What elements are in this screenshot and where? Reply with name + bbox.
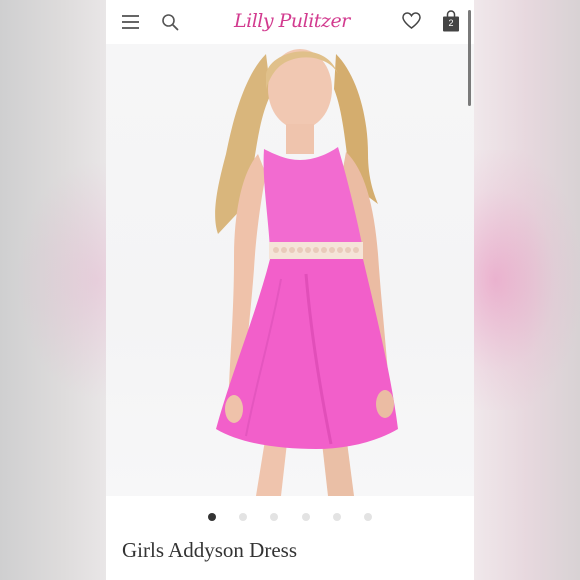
- menu-icon[interactable]: [122, 13, 140, 29]
- brand-logo[interactable]: Lilly Pulitzer: [234, 6, 350, 36]
- product-photo-girl-in-pink-dress: [215, 49, 398, 496]
- app-screen: Lilly Pulitzer 2 Girls Addyson Dress: [106, 0, 474, 580]
- blurred-backdrop-right: [474, 0, 580, 580]
- heart-icon[interactable]: [402, 12, 421, 30]
- carousel-dot[interactable]: [333, 513, 341, 521]
- top-header: Lilly Pulitzer 2: [106, 0, 474, 44]
- image-carousel-dots: [106, 510, 474, 524]
- product-title: Girls Addyson Dress: [122, 538, 298, 562]
- blurred-backdrop-left: [0, 0, 106, 580]
- carousel-dot[interactable]: [364, 513, 372, 521]
- scrollbar[interactable]: [468, 10, 471, 106]
- carousel-dot[interactable]: [208, 513, 216, 521]
- carousel-dot[interactable]: [302, 513, 310, 521]
- carousel-dot[interactable]: [239, 513, 247, 521]
- shopping-bag-icon[interactable]: 2: [442, 10, 460, 32]
- search-icon[interactable]: [161, 13, 179, 31]
- cart-count-badge: 2: [448, 18, 454, 28]
- product-image[interactable]: [106, 44, 474, 496]
- carousel-dot[interactable]: [270, 513, 278, 521]
